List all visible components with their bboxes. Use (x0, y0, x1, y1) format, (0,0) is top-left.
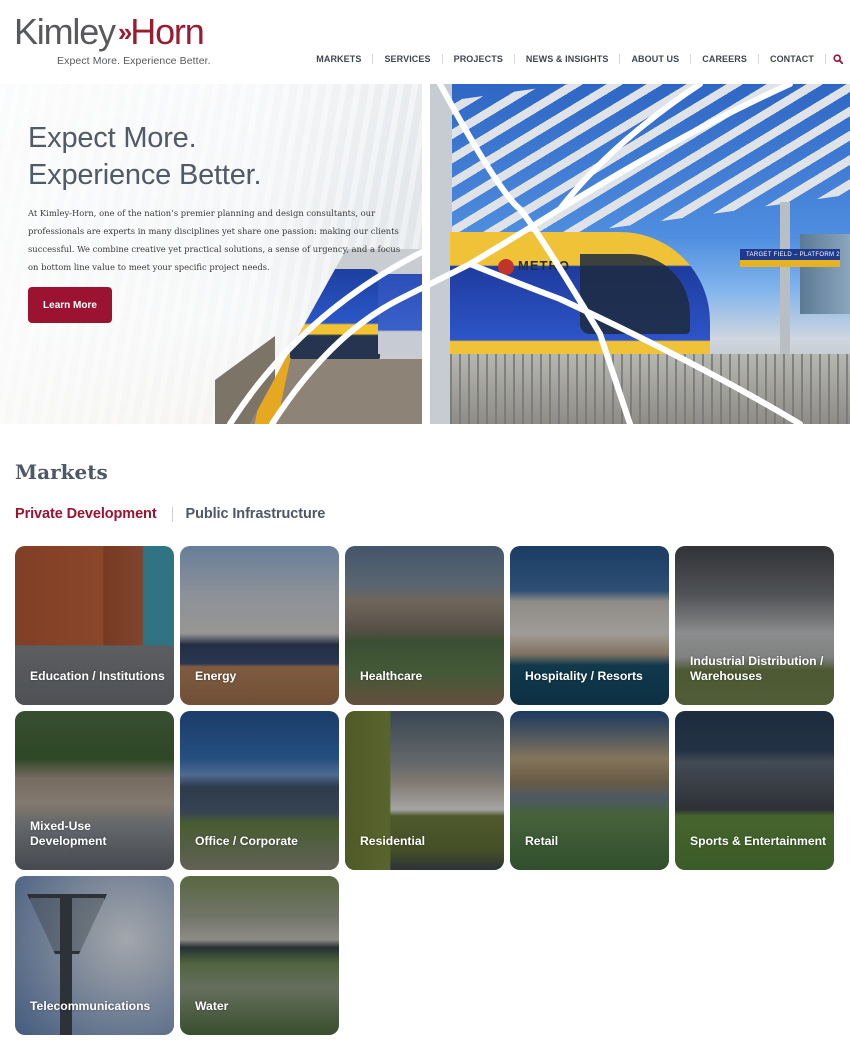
market-label: Education / Institutions (30, 668, 165, 683)
logo-horn-text: Horn (130, 11, 204, 52)
markets-grid: Education / Institutions Energy Healthca… (15, 546, 840, 1035)
market-card-residential[interactable]: Residential (345, 711, 504, 870)
market-card-sports[interactable]: Sports & Entertainment (675, 711, 834, 870)
market-card-industrial[interactable]: Industrial Distribution / Warehouses (675, 546, 834, 705)
market-card-retail[interactable]: Retail (510, 711, 669, 870)
site-header: Kimley » Horn Expect More. Experience Be… (0, 0, 850, 84)
kimley-horn-logo[interactable]: Kimley » Horn Expect More. Experience Be… (14, 12, 214, 72)
nav-markets[interactable]: MARKETS (305, 54, 372, 64)
search-button[interactable] (826, 54, 850, 64)
tab-public-infrastructure[interactable]: Public Infrastructure (186, 506, 326, 522)
markets-heading: Markets (15, 460, 108, 484)
nav-careers[interactable]: CAREERS (691, 54, 758, 64)
nav-contact[interactable]: CONTACT (759, 54, 825, 64)
logo-wordmark: Kimley » Horn (14, 12, 214, 55)
market-label: Energy (195, 668, 237, 683)
market-card-water[interactable]: Water (180, 876, 339, 1035)
logo-kimley-text: Kimley (14, 11, 116, 52)
market-card-energy[interactable]: Energy (180, 546, 339, 705)
market-label: Residential (360, 833, 426, 848)
market-card-office[interactable]: Office / Corporate (180, 711, 339, 870)
platform-sign-text: TARGET FIELD – PLATFORM 2 (746, 252, 840, 258)
market-label: Hospitality / Resorts (525, 668, 643, 683)
market-label: Mixed-Use Development (30, 819, 107, 848)
market-card-education[interactable]: Education / Institutions (15, 546, 174, 705)
hero-banner: TARGET FIELD – PLATFORM 2 METRO Expect M… (0, 84, 850, 424)
logo-tagline: Expect More. Experience Better. (57, 55, 211, 67)
market-label: Telecommunications (30, 998, 151, 1013)
market-label: Sports & Entertainment (690, 833, 827, 848)
nav-news-insights[interactable]: NEWS & INSIGHTS (515, 54, 620, 64)
markets-tabs: Private Development Public Infrastructur… (15, 506, 325, 522)
metro-text: METRO (518, 258, 570, 273)
hero-image-divider (422, 84, 430, 424)
nav-services[interactable]: SERVICES (373, 54, 441, 64)
tab-divider (171, 506, 173, 522)
market-card-hospitality[interactable]: Hospitality / Resorts (510, 546, 669, 705)
hero-description: At Kimley-Horn, one of the nation’s prem… (28, 208, 401, 272)
market-label: Industrial Distribution / Warehouses (690, 654, 824, 683)
market-card-mixed-use[interactable]: Mixed-Use Development (15, 711, 174, 870)
logo-chevron-icon: » (117, 17, 133, 47)
hero-image-train-right: TARGET FIELD – PLATFORM 2 METRO (430, 84, 850, 424)
tab-private-development[interactable]: Private Development (15, 506, 157, 522)
market-label: Water (195, 998, 229, 1013)
main-nav: MARKETS SERVICES PROJECTS NEWS & INSIGHT… (305, 52, 850, 66)
market-label: Healthcare (360, 668, 423, 683)
learn-more-button[interactable]: Learn More (28, 287, 112, 323)
nav-about-us[interactable]: ABOUT US (620, 54, 690, 64)
market-card-telecommunications[interactable]: Telecommunications (15, 876, 174, 1035)
market-label: Retail (525, 833, 559, 848)
hero-title-line-2: Experience Better. (28, 159, 262, 191)
hero-copy: Expect More. Experience Better. At Kimle… (28, 120, 408, 323)
market-label: Office / Corporate (195, 833, 298, 848)
nav-projects[interactable]: PROJECTS (443, 54, 514, 64)
search-icon (833, 54, 843, 64)
metro-logo-icon (498, 259, 514, 275)
market-card-healthcare[interactable]: Healthcare (345, 546, 504, 705)
hero-title: Expect More. Experience Better. (28, 120, 408, 194)
hero-title-line-1: Expect More. (28, 122, 197, 154)
